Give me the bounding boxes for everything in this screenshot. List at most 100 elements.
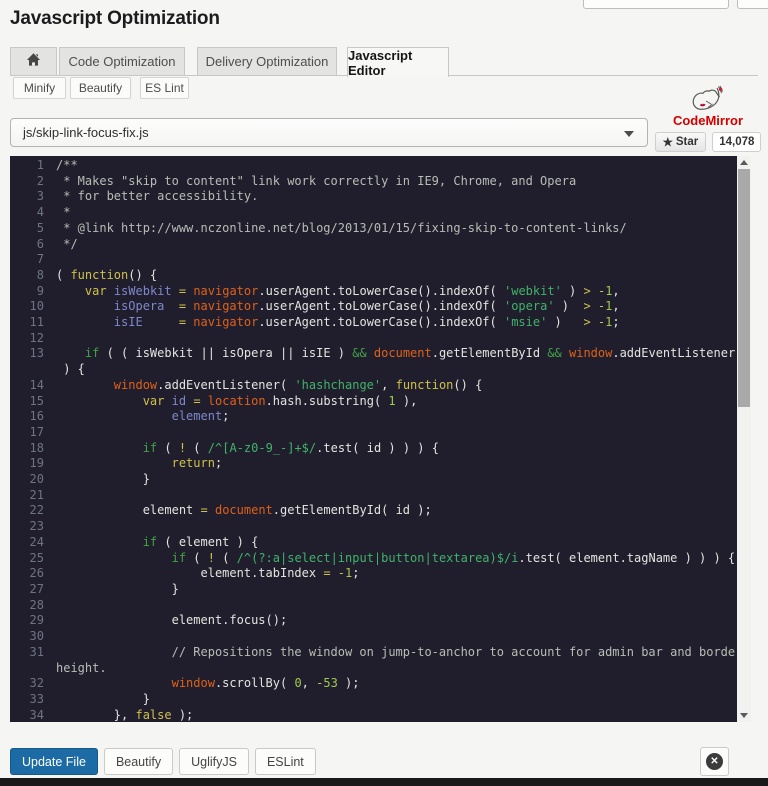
github-star-count[interactable]: 14,078 [712, 132, 761, 152]
code-line: 28 [10, 598, 737, 614]
line-number: 31 [10, 645, 52, 661]
subtab-label: Minify [24, 81, 55, 95]
button-label: ESLint [267, 755, 304, 769]
star-count-value: 14,078 [719, 136, 754, 148]
code-line: 3 * for better accessibility. [10, 189, 737, 205]
code-line: 18 if ( ! ( /^[A-z0-9_-]+$/.test( id ) )… [10, 441, 737, 457]
tab-code-optimization[interactable]: Code Optimization [59, 47, 185, 76]
subtab-eslint[interactable]: ES Lint [140, 77, 189, 99]
code-line: ) { [10, 362, 737, 378]
code-line: 10 isOpera = navigator.userAgent.toLower… [10, 299, 737, 315]
update-file-button[interactable]: Update File [10, 748, 98, 775]
bottom-page-edge [0, 778, 768, 786]
line-number: 15 [10, 394, 52, 410]
line-number: 32 [10, 676, 52, 692]
top-partial-input-2[interactable] [737, 0, 768, 9]
code-line: 9 var isWebkit = navigator.userAgent.toL… [10, 284, 737, 300]
code-line: 33 } [10, 692, 737, 708]
code-line: 25 if ( ! ( /^(?:a|select|input|button|t… [10, 551, 737, 567]
line-number: 8 [10, 268, 52, 284]
subtab-label: ES Lint [145, 81, 184, 95]
code-line: 26 element.tabIndex = -1; [10, 566, 737, 582]
subtab-label: Beautify [79, 81, 122, 95]
code-line: 16 element; [10, 409, 737, 425]
code-line: 2 * Makes "skip to content" link work co… [10, 174, 737, 190]
tab-label: Code Optimization [69, 54, 176, 69]
line-number: 22 [10, 503, 52, 519]
line-number: 17 [10, 425, 52, 441]
code-line: 27 } [10, 582, 737, 598]
codemirror-widget: CodeMirror ★ Star 14,078 [653, 83, 763, 152]
button-label: UglifyJS [191, 755, 237, 769]
code-line: 12 [10, 331, 737, 347]
code-line: 32 window.scrollBy( 0, -53 ); [10, 676, 737, 692]
close-icon: ✕ [706, 753, 723, 770]
code-line: height. [10, 661, 737, 677]
chevron-down-icon [624, 131, 634, 137]
code-line: 21 [10, 488, 737, 504]
code-line: 23 [10, 519, 737, 535]
file-select-dropdown[interactable]: js/skip-link-focus-fix.js [10, 118, 648, 147]
line-number: 23 [10, 519, 52, 535]
code-line: 22 element = document.getElementById( id… [10, 503, 737, 519]
tab-label: Delivery Optimization [206, 54, 329, 69]
line-number: 11 [10, 315, 52, 331]
codemirror-link[interactable]: CodeMirror [653, 113, 763, 128]
line-number: 33 [10, 692, 52, 708]
star-label: Star [676, 136, 698, 148]
line-number: 27 [10, 582, 52, 598]
github-star-button[interactable]: ★ Star [655, 132, 707, 152]
code-line: 13 if ( ( isWebkit || isOpera || isIE ) … [10, 346, 737, 362]
code-line: 14 window.addEventListener( 'hashchange'… [10, 378, 737, 394]
line-number: 34 [10, 708, 52, 722]
code-editor[interactable]: 1/**2 * Makes "skip to content" link wor… [10, 156, 751, 722]
home-icon [25, 52, 42, 71]
code-line: 11 isIE = navigator.userAgent.toLowerCas… [10, 315, 737, 331]
line-number: 19 [10, 456, 52, 472]
scrollbar-thumb[interactable] [738, 169, 750, 407]
top-partial-input-1[interactable] [583, 0, 729, 9]
code-line: 34 }, false ); [10, 708, 737, 722]
line-number: 18 [10, 441, 52, 457]
line-number: 1 [10, 158, 52, 174]
code-line: 20 } [10, 472, 737, 488]
line-number: 2 [10, 174, 52, 190]
page-title: Javascript Optimization [10, 8, 220, 30]
close-glyph: ✕ [710, 757, 718, 767]
editor-scrollbar[interactable] [737, 156, 751, 722]
line-number: 26 [10, 566, 52, 582]
code-line: 31 // Repositions the window on jump-to-… [10, 645, 737, 661]
button-label: Update File [22, 755, 86, 769]
line-number [10, 362, 52, 378]
uglifyjs-button[interactable]: UglifyJS [179, 748, 249, 775]
tab-javascript-editor[interactable]: Javascript Editor [347, 47, 449, 77]
code-line: 24 if ( element ) { [10, 535, 737, 551]
scroll-up-icon[interactable] [740, 160, 748, 165]
tab-home[interactable] [10, 47, 57, 76]
subtab-minify[interactable]: Minify [13, 77, 66, 99]
eslint-button[interactable]: ESLint [255, 748, 316, 775]
code-line: 15 var id = location.hash.substring( 1 )… [10, 394, 737, 410]
line-number: 24 [10, 535, 52, 551]
line-number: 7 [10, 252, 52, 268]
line-number: 6 [10, 237, 52, 253]
tab-label: Javascript Editor [348, 48, 448, 78]
file-select-value: js/skip-link-focus-fix.js [23, 125, 149, 140]
code-line: 1/** [10, 158, 737, 174]
code-line: 4 * [10, 205, 737, 221]
button-label: Beautify [116, 755, 161, 769]
scroll-down-icon[interactable] [740, 713, 748, 718]
star-icon: ★ [663, 135, 673, 149]
code-line: 7 [10, 252, 737, 268]
line-number: 20 [10, 472, 52, 488]
tab-delivery-optimization[interactable]: Delivery Optimization [197, 47, 337, 76]
close-button[interactable]: ✕ [700, 747, 729, 776]
subtab-beautify[interactable]: Beautify [70, 77, 131, 99]
beautify-button[interactable]: Beautify [104, 748, 173, 775]
line-number: 3 [10, 189, 52, 205]
line-number: 21 [10, 488, 52, 504]
code-line: 5 * @link http://www.nczonline.net/blog/… [10, 221, 737, 237]
line-number: 12 [10, 331, 52, 347]
line-number: 29 [10, 613, 52, 629]
line-number: 4 [10, 205, 52, 221]
